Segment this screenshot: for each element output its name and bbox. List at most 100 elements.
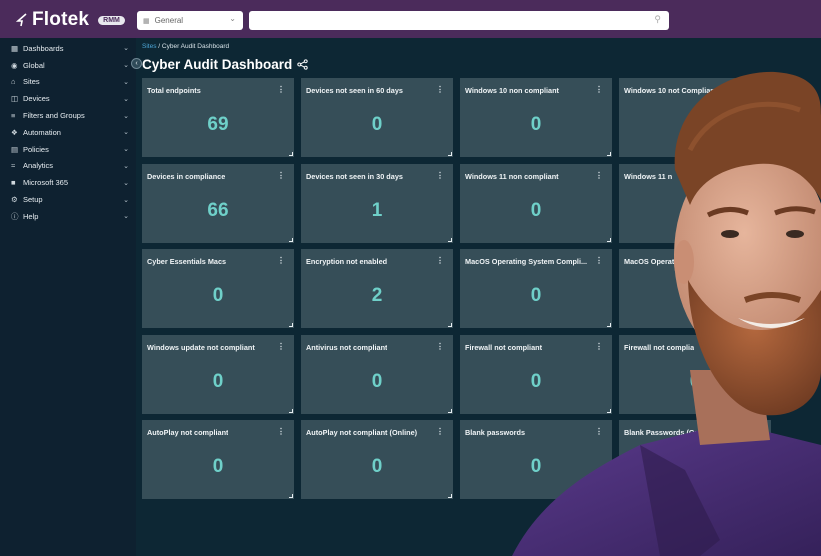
dashboard-widget-card[interactable]: Blank passwords ⋮ 0 [460,420,612,499]
sidebar-item-label: Sites [23,77,40,87]
sidebar-item-filters-and-groups[interactable]: ≡ Filters and Groups ⌄ [0,107,136,124]
widget-value: 0 [530,114,542,135]
resize-handle-icon[interactable] [289,237,293,242]
resize-handle-icon[interactable] [607,408,611,413]
kebab-menu-icon[interactable]: ⋮ [595,171,603,180]
widget-title: Windows 11 n [624,171,673,181]
widget-title: Devices in compliance [147,171,226,181]
widget-title: Windows 10 non compliant [465,86,559,95]
dashboard-widget-card[interactable]: Encryption not enabled ⋮ 2 [301,249,453,328]
sidebar-item-setup[interactable]: ⚙ Setup ⌄ [0,191,136,208]
resize-handle-icon[interactable] [766,494,770,498]
resize-handle-icon[interactable] [289,152,293,156]
logo-text: Flotek [32,9,90,30]
dashboard-widget-card[interactable]: Windows 10 non compliant ⋮ 0 [460,78,612,157]
sidebar-item-help[interactable]: ⓘ Help ⌄ [0,208,136,225]
resize-handle-icon[interactable] [607,152,611,156]
kebab-menu-icon[interactable]: ⋮ [277,342,285,351]
sidebar-item-microsoft-365[interactable]: ■ Microsoft 365 ⌄ [0,174,136,191]
dashboard-widget-card[interactable]: Firewall not compliant ⋮ 0 [460,334,612,414]
resize-handle-icon[interactable] [766,152,770,156]
breadcrumb-link-sites[interactable]: Sites [142,43,156,50]
resize-handle-icon[interactable] [289,323,293,327]
resize-handle-icon[interactable] [448,408,452,413]
dashboard-widget-card[interactable]: Antivirus not compliant ⋮ 0 [301,334,453,414]
kebab-menu-icon[interactable]: ⋮ [754,427,762,436]
kebab-menu-icon[interactable]: ⋮ [595,427,603,436]
resize-handle-icon[interactable] [766,237,770,242]
sidebar-item-analytics[interactable]: ≈ Analytics ⌄ [0,158,136,175]
kebab-menu-icon[interactable]: ⋮ [754,342,762,351]
widget-title: MacOS Operating System Compli... [465,257,588,266]
resize-handle-icon[interactable] [766,408,770,413]
dashboard-widget-card[interactable]: Windows 10 not Complian ⋮ [619,78,771,157]
dashboard-widget-card[interactable]: Devices in compliance ⋮ 66 [142,163,294,243]
sidebar-item-policies[interactable]: ▤ Policies ⌄ [0,141,136,158]
resize-handle-icon[interactable] [607,237,611,242]
sidebar-item-automation[interactable]: ❖ Automation ⌄ [0,124,136,141]
widget-title: Encryption not enabled [306,257,388,266]
grid-icon: ▦ [143,17,150,25]
share-icon[interactable] [297,59,308,70]
dashboard-widget-card[interactable]: Windows update not compliant ⋮ 0 [142,334,294,414]
chevron-down-icon: ⌄ [123,213,129,221]
grid-icon: ▦ [11,43,19,53]
breadcrumb-separator: / [158,43,161,50]
resize-handle-icon[interactable] [448,152,452,156]
resize-handle-icon[interactable] [448,494,452,498]
dashboard-widget-card[interactable]: AutoPlay not compliant ⋮ 0 [142,420,294,499]
dashboard-widget-card[interactable]: AutoPlay not compliant (Online) ⋮ 0 [301,420,453,499]
kebab-menu-icon[interactable]: ⋮ [277,85,285,94]
top-bar: Flotek RMM ▦ General ⌄ ⚲ [0,0,821,38]
dashboard-widget-card[interactable]: Windows 11 non compliant ⋮ 0 [460,163,612,243]
kebab-menu-icon[interactable]: ⋮ [277,171,285,180]
widget-value: 2 [371,285,383,306]
kebab-menu-icon[interactable]: ⋮ [595,342,603,351]
dashboard-widget-card[interactable]: Total endpoints ⋮ 69 [142,78,294,157]
flotek-logo[interactable]: Flotek RMM [16,9,125,31]
filter-icon: ≡ [11,111,16,121]
chevron-down-icon: ⌄ [123,129,129,137]
kebab-menu-icon[interactable]: ⋮ [436,427,444,436]
dashboard-widget-card[interactable]: Blank Passwords (Online ⋮ [619,420,771,499]
sidebar-item-dashboards[interactable]: ▦ Dashboards ⌄ [0,40,136,57]
resize-handle-icon[interactable] [289,408,293,413]
dashboard-widget-card[interactable]: Cyber Essentials Macs ⋮ 0 [142,249,294,328]
dashboard-widget-card[interactable]: MacOS Operating Sy ⋮ [619,249,771,328]
kebab-menu-icon[interactable]: ⋮ [595,256,603,265]
chevron-down-icon: ⌄ [123,162,129,170]
kebab-menu-icon[interactable]: ⋮ [595,85,603,94]
automation-icon: ❖ [11,127,18,137]
kebab-menu-icon[interactable]: ⋮ [277,427,285,436]
resize-handle-icon[interactable] [607,494,611,498]
kebab-menu-icon[interactable]: ⋮ [436,171,444,180]
kebab-menu-icon[interactable]: ⋮ [436,85,444,94]
resize-handle-icon[interactable] [448,323,452,327]
dashboard-widget-card[interactable]: Firewall not complia ⋮ 0 [619,334,771,414]
dashboard-widget-card[interactable]: Windows 11 n ⋮ 0 [619,163,771,243]
dashboard-widget-card[interactable]: Devices not seen in 60 days ⋮ 0 [301,78,453,157]
search-input[interactable]: ⚲ [249,11,669,30]
kebab-menu-icon[interactable]: ⋮ [277,256,285,265]
dashboard-widget-card[interactable]: Devices not seen in 30 days ⋮ 1 [301,163,453,243]
kebab-menu-icon[interactable]: ⋮ [436,342,444,351]
chevron-left-icon: ‹ [135,60,138,67]
resize-handle-icon[interactable] [448,237,452,242]
sidebar-item-devices[interactable]: ◫ Devices ⌄ [0,90,136,107]
sidebar-item-global[interactable]: ◉ Global ⌄ [0,57,136,74]
dashboard-select[interactable]: ▦ General ⌄ [137,11,243,30]
sidebar-collapse-button[interactable]: ‹ [131,58,142,69]
resize-handle-icon[interactable] [289,494,293,498]
analytics-icon: ≈ [11,161,16,171]
kebab-menu-icon[interactable]: ⋮ [754,171,762,180]
resize-handle-icon[interactable] [607,323,611,327]
kebab-menu-icon[interactable]: ⋮ [754,85,762,94]
sidebar-item-sites[interactable]: ⌂ Sites ⌄ [0,74,136,91]
resize-handle-icon[interactable] [766,323,770,327]
kebab-menu-icon[interactable]: ⋮ [436,256,444,265]
widget-title: Windows update not compliant [147,342,255,352]
sidebar: ▦ Dashboards ⌄ ◉ Global ⌄ ⌂ Sites ⌄ ◫ Devices ⌄ … [0,38,136,556]
widget-title: AutoPlay not compliant (Online) [306,428,418,437]
dashboard-widget-card[interactable]: MacOS Operating System Compli... ⋮ 0 [460,249,612,328]
kebab-menu-icon[interactable]: ⋮ [754,256,762,265]
